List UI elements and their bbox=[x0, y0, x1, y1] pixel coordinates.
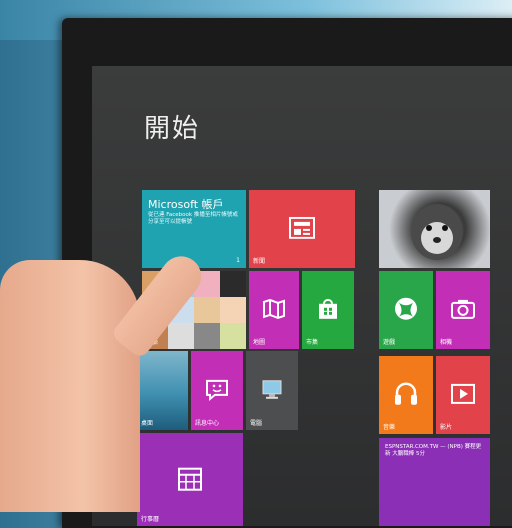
people-photo bbox=[220, 297, 246, 323]
tile-store[interactable]: 市集 bbox=[302, 271, 354, 349]
people-photo bbox=[220, 323, 246, 349]
tile-video[interactable]: 影片 bbox=[436, 356, 490, 434]
tile-account-title: Microsoft 帳戶 bbox=[148, 198, 224, 211]
tile-store-label: 市集 bbox=[306, 339, 319, 346]
tile-photo[interactable] bbox=[379, 190, 490, 268]
news-icon bbox=[289, 216, 315, 239]
tile-calendar-label: 行事曆 bbox=[141, 516, 160, 523]
video-play-icon bbox=[451, 383, 475, 404]
headphones-icon bbox=[395, 382, 417, 405]
start-title: 開始 bbox=[144, 114, 201, 144]
people-photo bbox=[220, 271, 246, 297]
tile-camera-label: 相機 bbox=[440, 339, 453, 346]
tile-computer-label: 電腦 bbox=[250, 420, 263, 427]
store-bag-icon bbox=[319, 299, 337, 319]
tile-computer[interactable]: 電腦 bbox=[246, 351, 298, 430]
tile-maps[interactable]: 地圖 bbox=[249, 271, 299, 349]
camera-icon bbox=[451, 299, 475, 319]
tile-sports-news[interactable]: ESPNSTAR.COM.TW — (NPB) 賽程更新 大鵬職棒 5分 bbox=[379, 438, 490, 526]
tile-calendar[interactable]: 行事曆 bbox=[137, 433, 243, 526]
tile-games-label: 遊戲 bbox=[383, 339, 396, 346]
tile-messaging[interactable]: 訊息中心 bbox=[191, 351, 243, 430]
tile-account-body: 從已連 Facebook 推播至相片帳號或分享至可以提帳號 bbox=[148, 212, 238, 225]
tile-desktop-label: 桌面 bbox=[141, 420, 154, 427]
tile-messaging-label: 訊息中心 bbox=[195, 420, 220, 427]
tile-video-label: 影片 bbox=[440, 424, 453, 431]
tile-microsoft-account[interactable]: Microsoft 帳戶 從已連 Facebook 推播至相片帳號或分享至可以提… bbox=[142, 190, 246, 268]
people-photo bbox=[194, 297, 220, 323]
computer-icon bbox=[262, 379, 282, 399]
tile-news[interactable]: 新聞 bbox=[249, 190, 355, 268]
calendar-icon bbox=[178, 467, 202, 491]
people-photo bbox=[168, 323, 194, 349]
people-photo bbox=[194, 323, 220, 349]
tile-news-label: 新聞 bbox=[253, 258, 266, 265]
tile-games[interactable]: 遊戲 bbox=[379, 271, 433, 349]
map-icon bbox=[263, 298, 285, 319]
tile-account-badge: 1 bbox=[236, 257, 240, 264]
hand bbox=[0, 260, 140, 512]
tile-sports-text: ESPNSTAR.COM.TW — (NPB) 賽程更新 大鵬職棒 5分 bbox=[385, 444, 482, 457]
pet-photo-icon bbox=[411, 204, 463, 260]
xbox-icon bbox=[395, 297, 417, 320]
tile-camera[interactable]: 相機 bbox=[436, 271, 490, 349]
tile-maps-label: 地圖 bbox=[253, 339, 266, 346]
tile-desktop[interactable]: 桌面 bbox=[137, 351, 188, 430]
tile-music-label: 音樂 bbox=[383, 424, 396, 431]
tile-music[interactable]: 音樂 bbox=[379, 356, 433, 434]
chat-smiley-icon bbox=[206, 379, 228, 401]
